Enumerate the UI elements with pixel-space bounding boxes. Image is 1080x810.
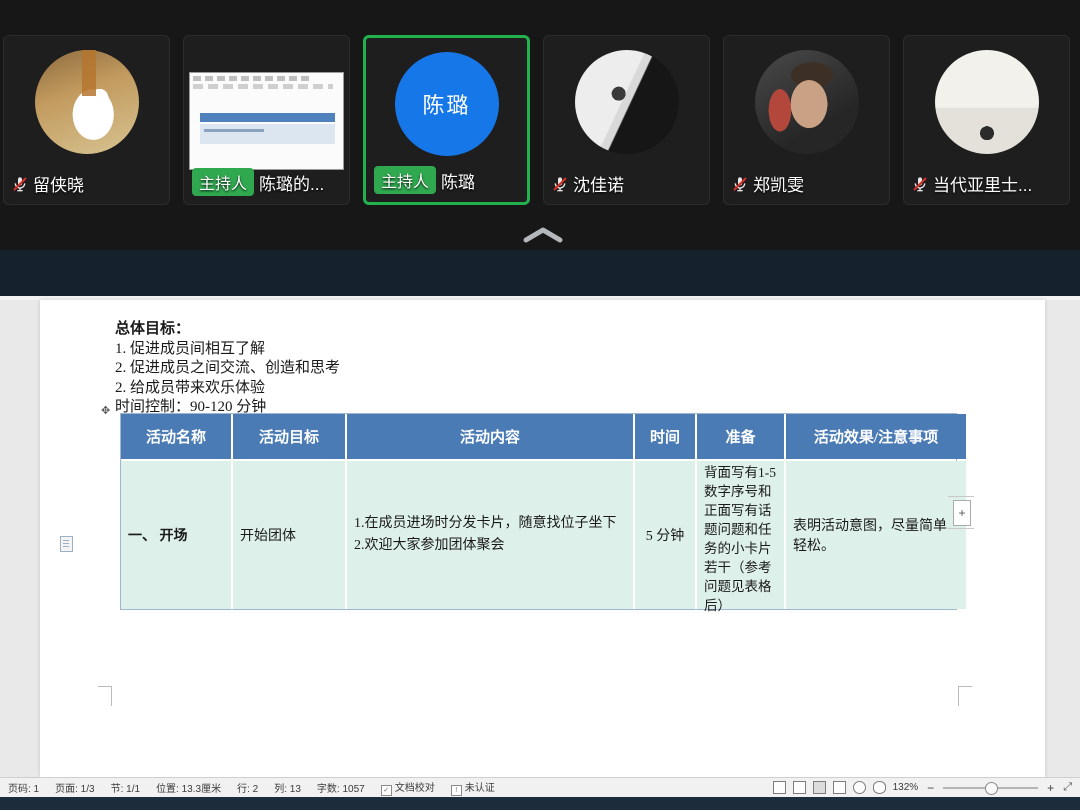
cell-time: 5 分钟: [635, 461, 695, 609]
col-header-activity-goal: 活动目标: [233, 414, 345, 459]
participant-name: 陈璐: [441, 168, 475, 193]
status-certification[interactable]: !未认证: [451, 779, 495, 796]
col-header-preparation: 准备: [697, 414, 784, 459]
full-screen-view-icon[interactable]: [773, 781, 786, 794]
zoom-level[interactable]: 132%: [893, 782, 919, 793]
participant-tile-5[interactable]: 郑凯雯: [723, 35, 890, 205]
fit-page-icon[interactable]: ⤢: [1063, 781, 1072, 794]
collapse-strip-chevron-up-icon[interactable]: [521, 226, 565, 244]
word-status-bar: 页码: 1 页面: 1/3 节: 1/1 位置: 13.3厘米 行: 2 列: …: [0, 777, 1080, 797]
move-cursor-icon: ✥: [101, 401, 110, 421]
zoom-in-button[interactable]: +: [1045, 781, 1056, 795]
activity-table: 活动名称 活动目标 活动内容 时间 准备 活动效果/注意事项 一、 开场 开始团…: [120, 413, 957, 610]
status-page-number: 页码: 1: [8, 780, 39, 795]
zoom-slider-knob[interactable]: [985, 782, 998, 795]
goal-line: 2. 给成员带来欢乐体验: [115, 379, 340, 399]
video-strip: 留侠晓 主持人 陈璐的... 陈璐: [0, 0, 1080, 250]
screen-share-preview: [189, 72, 344, 170]
zoom-slider[interactable]: [943, 787, 1038, 789]
zoom-out-button[interactable]: −: [925, 781, 936, 795]
avatar-initials: 陈璐: [395, 52, 499, 156]
participant-name: 留侠晓: [33, 171, 84, 196]
web-layout-view-icon[interactable]: [853, 781, 866, 794]
goal-line: 1. 促进成员间相互了解: [115, 340, 340, 360]
status-proofing[interactable]: ✓文档校对: [381, 779, 435, 796]
participant-label: 主持人 陈璐: [374, 166, 475, 194]
cell-activity-goal: 开始团体: [233, 461, 345, 609]
avatar: [755, 50, 859, 154]
outline-view-icon[interactable]: [833, 781, 846, 794]
print-layout-view-icon[interactable]: [813, 781, 826, 794]
participant-tile-1[interactable]: 留侠晓: [3, 35, 170, 205]
participant-name: 郑凯雯: [753, 171, 804, 196]
status-bar-right-controls: 132% − + ⤢: [773, 781, 1072, 795]
paste-options-icon[interactable]: [60, 536, 73, 552]
status-page-ratio: 页面: 1/3: [55, 780, 94, 795]
avatar: [35, 50, 139, 154]
muted-mic-icon: [552, 176, 568, 192]
participant-label: 沈佳诺: [552, 171, 624, 196]
cell-activity-name: 一、 开场: [121, 461, 231, 609]
status-position: 位置: 13.3厘米: [156, 780, 221, 795]
goal-line: 2. 促进成员之间交流、创造和思考: [115, 359, 340, 379]
eye-protect-mode-icon[interactable]: [873, 781, 886, 794]
read-mode-view-icon[interactable]: [793, 781, 806, 794]
table-insert-handle[interactable]: +: [953, 500, 971, 526]
status-section: 节: 1/1: [111, 780, 140, 795]
muted-mic-icon: [12, 176, 28, 192]
cell-effect-notes: 表明活动意图，尽量简单轻松。: [786, 461, 966, 609]
proofing-icon: ✓: [381, 785, 392, 796]
bottom-band: [0, 797, 1080, 810]
participant-name: 沈佳诺: [573, 171, 624, 196]
status-word-count[interactable]: 字数: 1057: [317, 780, 365, 795]
cell-preparation: 背面写有1-5 数字序号和正面写有话题问题和任务的小卡片若干（参考问题见表格后）: [697, 461, 784, 609]
col-header-activity-name: 活动名称: [121, 414, 231, 459]
participant-tile-3-active-speaker[interactable]: 陈璐 主持人 陈璐: [363, 35, 530, 205]
meeting-app-window: 留侠晓 主持人 陈璐的... 陈璐: [0, 0, 1080, 810]
col-header-effect-notes: 活动效果/注意事项: [786, 414, 966, 459]
host-badge: 主持人: [192, 168, 254, 196]
page-margin-mark-left: [98, 686, 112, 706]
participant-tile-2-screenshare[interactable]: 主持人 陈璐的...: [183, 35, 350, 205]
participant-name: 陈璐的...: [259, 170, 324, 195]
participant-tile-4[interactable]: 沈佳诺: [543, 35, 710, 205]
certification-icon: !: [451, 785, 462, 796]
participant-thumbnails: 留侠晓 主持人 陈璐的... 陈璐: [3, 35, 1070, 205]
document-goals-block: 总体目标： 1. 促进成员间相互了解 2. 促进成员之间交流、创造和思考 2. …: [115, 320, 340, 418]
muted-mic-icon: [912, 176, 928, 192]
page-margin-mark-right: [958, 686, 972, 706]
participant-label: 主持人 陈璐的...: [192, 168, 324, 196]
goals-heading: 总体目标：: [115, 320, 340, 340]
avatar: [935, 50, 1039, 154]
host-badge: 主持人: [374, 166, 436, 194]
participant-label: 留侠晓: [12, 171, 84, 196]
participant-label: 当代亚里士...: [912, 171, 1032, 196]
meeting-toolbar-band: [0, 250, 1080, 296]
participant-tile-6[interactable]: 当代亚里士...: [903, 35, 1070, 205]
shared-document-area: 总体目标： 1. 促进成员间相互了解 2. 促进成员之间交流、创造和思考 2. …: [0, 296, 1080, 777]
word-page: 总体目标： 1. 促进成员间相互了解 2. 促进成员之间交流、创造和思考 2. …: [40, 300, 1045, 777]
participant-label: 郑凯雯: [732, 171, 804, 196]
participant-name: 当代亚里士...: [933, 171, 1032, 196]
col-header-activity-content: 活动内容: [347, 414, 633, 459]
status-line: 行: 2: [237, 780, 258, 795]
status-column: 列: 13: [274, 780, 301, 795]
avatar: [575, 50, 679, 154]
cell-activity-content: 1.在成员进场时分发卡片，随意找位子坐下 2.欢迎大家参加团体聚会: [347, 461, 633, 609]
col-header-time: 时间: [635, 414, 695, 459]
muted-mic-icon: [732, 176, 748, 192]
